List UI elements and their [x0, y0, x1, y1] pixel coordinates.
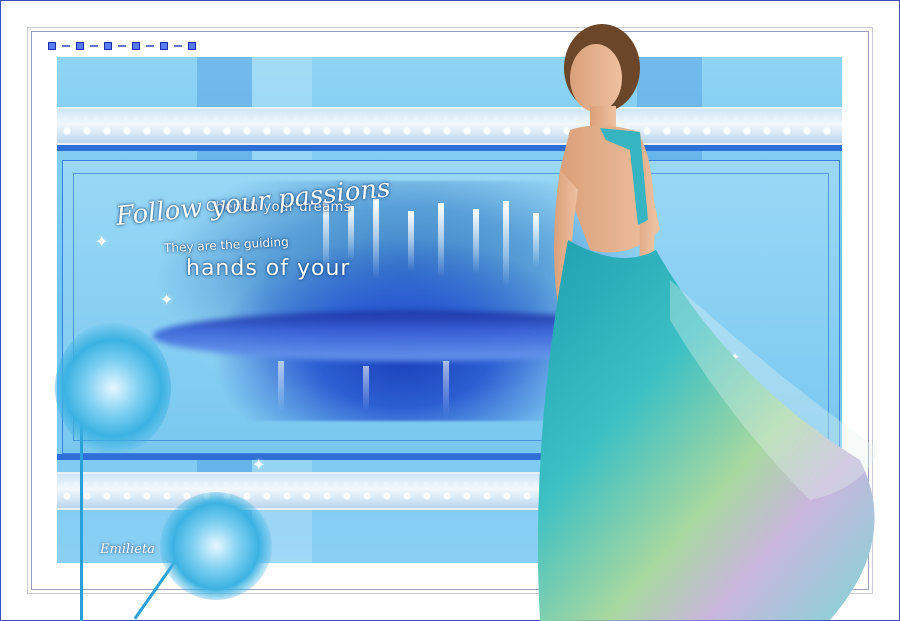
sparkle-icon: ✦ [95, 232, 109, 251]
sparkle-icon: ✦ [160, 290, 174, 309]
artist-signature: Emilieta [100, 542, 155, 557]
woman-in-gown [537, 24, 880, 621]
dandelion-icon [160, 492, 272, 600]
decorative-dots [48, 42, 196, 50]
sparkle-icon: ✦ [252, 455, 266, 474]
dandelion-icon [55, 322, 171, 454]
quote-line-4: hands of your [186, 256, 351, 281]
